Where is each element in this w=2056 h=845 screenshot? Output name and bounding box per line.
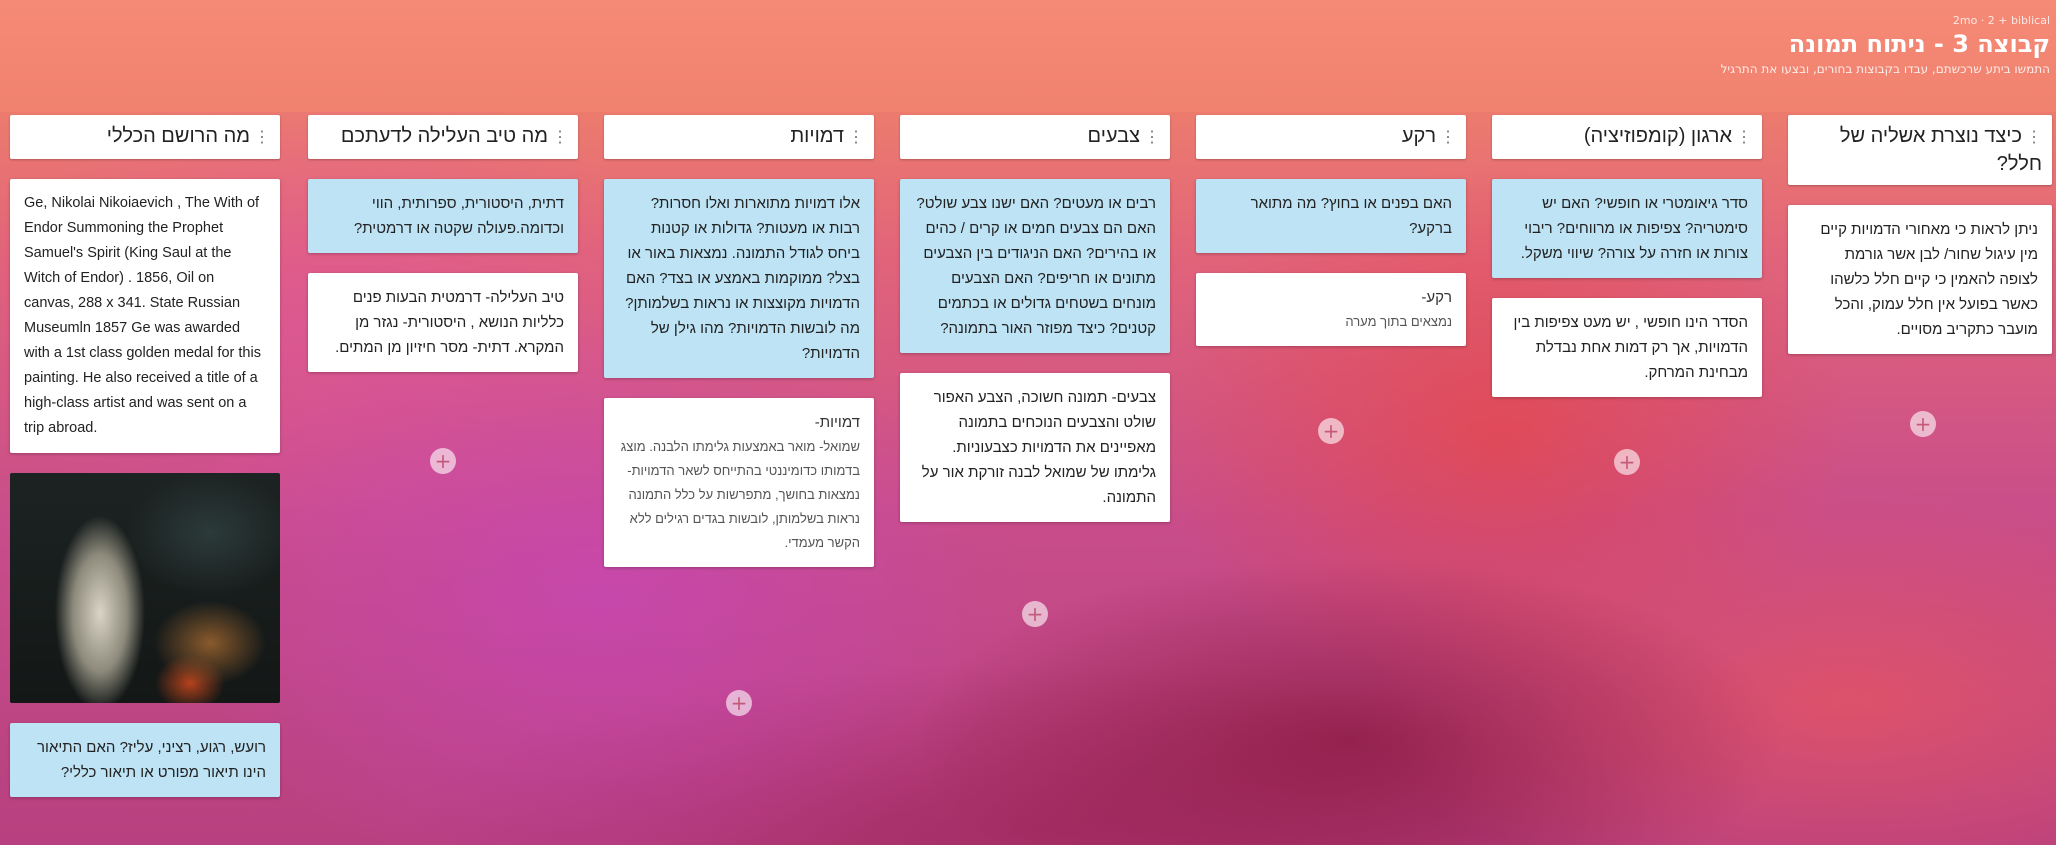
prompt-card[interactable]: האם בפנים או בחוץ? מה מתואר ברקע? [1196,179,1466,253]
post-card[interactable]: דמויות- שמואל- מואר באמצעות גלימתו הלבנה… [604,398,874,567]
board-title: קבוצה 3 - ניתוח תמונה [1788,30,2050,58]
add-post-button[interactable]: + [1318,418,1344,444]
column-header: ⋮מה טיב העלילה לדעתכם [308,115,578,159]
post-card[interactable]: רקע- נמצאים בתוך מערה [1196,273,1466,346]
column-header: ⋮צבעים [900,115,1170,159]
board-header: 2mo · 2 + biblical קבוצה 3 - ניתוח תמונה… [0,0,2056,112]
drag-handle-icon[interactable]: ⋮ [552,129,568,146]
column-title: כיצד נוצרת אשליה של חלל? [1839,125,2042,175]
column-header: ⋮ארגון (קומפוזיציה) [1492,115,1762,159]
column-header: ⋮מה הרושם הכללי [10,115,280,159]
column-title: דמויות [790,125,844,147]
column-title: ארגון (קומפוזיציה) [1583,125,1732,147]
column-background: ⋮רקע האם בפנים או בחוץ? מה מתואר ברקע? ר… [1196,115,1466,346]
post-title: דמויות- [814,414,860,431]
column-title: מה טיב העלילה לדעתכם [340,125,548,147]
prompt-card[interactable]: אלו דמויות מתוארות ואלו חסרות? רבות או מ… [604,179,874,378]
column-title: רקע [1401,125,1436,147]
prompt-card[interactable]: דתית, היסטורית, ספרותית, הווי וכדומה.פעו… [308,179,578,253]
column-header: ⋮כיצד נוצרת אשליה של חלל? [1788,115,2052,185]
painting-image[interactable] [10,473,280,703]
post-card[interactable]: הסדר הינו חופשי , יש מעט צפיפות בין הדמו… [1492,298,1762,397]
column-space-illusion: ⋮כיצד נוצרת אשליה של חלל? ניתן לראות כי … [1788,115,2052,354]
column-header: ⋮רקע [1196,115,1466,159]
column-figures: ⋮דמויות אלו דמויות מתוארות ואלו חסרות? ר… [604,115,874,567]
drag-handle-icon[interactable]: ⋮ [254,129,270,146]
board-subtitle: התמשו ביתע שרכשתם, עבדו בקבוצות בחורים, … [1720,62,2050,76]
column-impression: ⋮מה הרושם הכללי Ge, Nikolai Nikoiaevich … [10,115,280,797]
column-title: מה הרושם הכללי [106,125,250,147]
drag-handle-icon[interactable]: ⋮ [2026,129,2042,146]
post-card[interactable]: צבעים- תמונה חשוכה, הצבע האפור שולט והצב… [900,373,1170,522]
breadcrumb[interactable]: 2mo · 2 + biblical [1953,14,2050,27]
drag-handle-icon[interactable]: ⋮ [1440,129,1456,146]
add-post-button[interactable]: + [1614,449,1640,475]
post-card[interactable]: טיב העלילה- דרמטית הבעות פנים כלליות הנו… [308,273,578,372]
drag-handle-icon[interactable]: ⋮ [848,129,864,146]
prompt-card[interactable]: רועש, רגוע, רציני, עליז? האם התיאור הינו… [10,723,280,797]
drag-handle-icon[interactable]: ⋮ [1144,129,1160,146]
column-colors: ⋮צבעים רבים או מעטים? האם ישנו צבע שולט?… [900,115,1170,522]
post-card[interactable]: ניתן לראות כי מאחורי הדמויות קיים מין עי… [1788,205,2052,354]
post-body: נמצאים בתוך מערה [1345,314,1452,329]
column-composition: ⋮ארגון (קומפוזיציה) סדר גיאומטרי או חופש… [1492,115,1762,397]
prompt-card[interactable]: סדר גיאומטרי או חופשי? האם יש סימטריה? צ… [1492,179,1762,278]
add-post-button[interactable]: + [726,690,752,716]
drag-handle-icon[interactable]: ⋮ [1736,129,1752,146]
column-plot: ⋮מה טיב העלילה לדעתכם דתית, היסטורית, ספ… [308,115,578,372]
prompt-card[interactable]: רבים או מעטים? האם ישנו צבע שולט? האם הם… [900,179,1170,353]
add-post-button[interactable]: + [1022,601,1048,627]
add-post-button[interactable]: + [430,448,456,474]
post-body: שמואל- מואר באמצעות גלימתו הלבנה. מוצג ב… [620,439,860,550]
post-card[interactable]: Ge, Nikolai Nikoiaevich , The With of En… [10,179,280,453]
post-title: רקע- [1421,289,1452,306]
column-title: צבעים [1087,125,1140,147]
add-post-button[interactable]: + [1910,411,1936,437]
column-header: ⋮דמויות [604,115,874,159]
